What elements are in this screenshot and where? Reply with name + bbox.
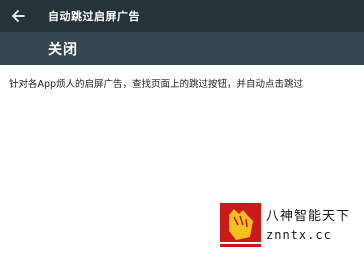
watermark-title: 八神智能天下 [266,209,351,224]
close-button[interactable]: 关闭 [48,39,78,59]
back-button[interactable] [0,0,36,32]
page-title: 自动跳过启屏广告 [48,10,140,23]
watermark: 八神智能天下 znntx.cc [220,203,364,255]
arrow-left-icon [12,10,25,22]
description-text: 针对各App烦人的启屏广告，查找页面上的跳过按钮，并自动点击跳过 [9,79,304,90]
hand-logo-icon [220,203,261,247]
watermark-url: znntx.cc [266,228,332,242]
app-bar: 自动跳过启屏广告 [0,0,364,32]
action-toolbar: 关闭 [0,32,364,65]
